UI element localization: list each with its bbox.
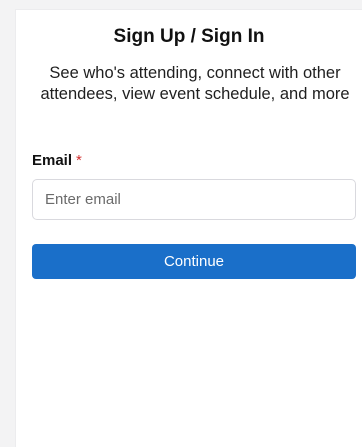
continue-button[interactable]: Continue <box>32 244 356 279</box>
page-subtitle: See who's attending, connect with other … <box>40 64 350 103</box>
required-marker: * <box>76 152 82 169</box>
email-label: Email * <box>32 152 82 169</box>
page-title: Sign Up / Sign In <box>113 26 265 47</box>
email-field[interactable] <box>32 179 356 220</box>
signin-card: Sign Up / Sign In See who's attending, c… <box>15 9 362 447</box>
email-label-text: Email <box>32 152 73 169</box>
